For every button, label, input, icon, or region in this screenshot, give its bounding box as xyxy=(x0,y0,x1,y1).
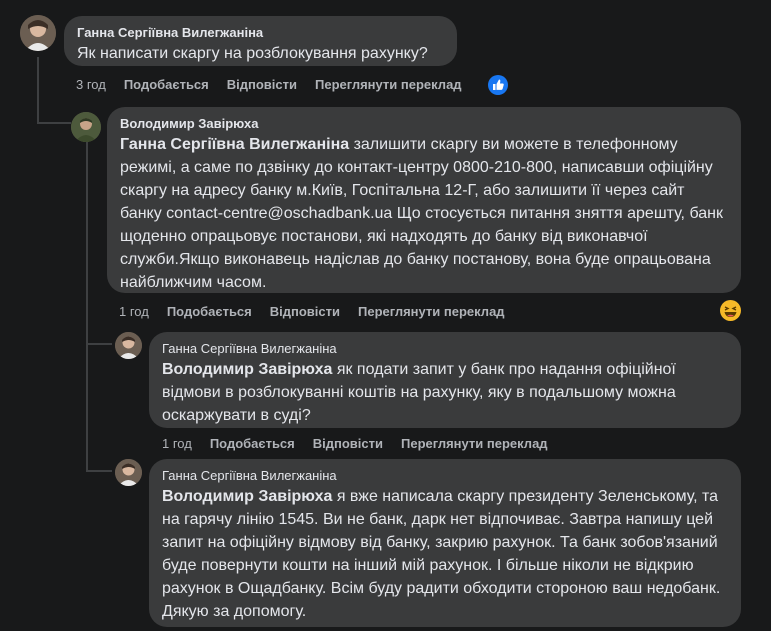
avatar[interactable] xyxy=(71,112,101,142)
thread-line-reply xyxy=(86,140,88,470)
reply-button[interactable]: Відповісти xyxy=(227,77,297,92)
comment-text: Володимир Завірюха як подати запит у бан… xyxy=(162,361,676,424)
comment-author[interactable]: Ганна Сергіївна Вилегжаніна xyxy=(162,467,729,484)
comment-bubble: Ганна Сергіївна Вилегжаніна Як написати … xyxy=(64,16,457,66)
translate-button[interactable]: Переглянути переклад xyxy=(315,77,462,92)
thread-line-reply-branch-2 xyxy=(86,470,112,472)
like-button[interactable]: Подобається xyxy=(167,304,252,319)
avatar[interactable] xyxy=(20,15,56,51)
thread-line-reply-branch-1 xyxy=(86,343,112,345)
like-button[interactable]: Подобається xyxy=(124,77,209,92)
comment-text: Ганна Сергіївна Вилегжаніна залишити ска… xyxy=(120,136,723,291)
comment-actions: 1 год Подобається Відповісти Переглянути… xyxy=(119,304,523,319)
comment-author[interactable]: Ганна Сергіївна Вилегжаніна xyxy=(162,340,729,357)
comment-time[interactable]: 1 год xyxy=(119,304,149,319)
avatar[interactable] xyxy=(115,332,142,359)
reply-button[interactable]: Відповісти xyxy=(313,436,383,451)
comment-actions: 3 год Подобається Відповісти Переглянути… xyxy=(76,77,480,92)
comment-text: Володимир Завірюха я вже написала скаргу… xyxy=(162,488,721,620)
thread-line-main-curve xyxy=(37,122,71,124)
comment-text: Як написати скаргу на розблокування раху… xyxy=(77,45,428,62)
reply-button[interactable]: Відповісти xyxy=(270,304,340,319)
comment-bubble: Ганна Сергіївна Вилегжаніна Володимир За… xyxy=(149,332,741,428)
comment-time[interactable]: 3 год xyxy=(76,77,106,92)
like-icon[interactable] xyxy=(488,75,508,95)
comment-author[interactable]: Ганна Сергіївна Вилегжаніна xyxy=(77,24,445,41)
thread-line-main xyxy=(37,57,39,124)
avatar[interactable] xyxy=(115,459,142,486)
comment-bubble: Володимир Завірюха Ганна Сергіївна Вилег… xyxy=(107,107,741,293)
translate-button[interactable]: Переглянути переклад xyxy=(401,436,548,451)
comment-time[interactable]: 1 год xyxy=(162,436,192,451)
comment-bubble: Ганна Сергіївна Вилегжаніна Володимир За… xyxy=(149,459,741,627)
comment-mention[interactable]: Володимир Завірюха xyxy=(162,488,332,505)
laughing-emoji-icon[interactable] xyxy=(720,300,741,321)
comment-mention[interactable]: Ганна Сергіївна Вилегжаніна xyxy=(120,136,349,153)
translate-button[interactable]: Переглянути переклад xyxy=(358,304,505,319)
comment-actions: 1 год Подобається Відповісти Переглянути… xyxy=(162,436,566,451)
like-button[interactable]: Подобається xyxy=(210,436,295,451)
comment-mention[interactable]: Володимир Завірюха xyxy=(162,361,332,378)
comment-author[interactable]: Володимир Завірюха xyxy=(120,115,729,132)
